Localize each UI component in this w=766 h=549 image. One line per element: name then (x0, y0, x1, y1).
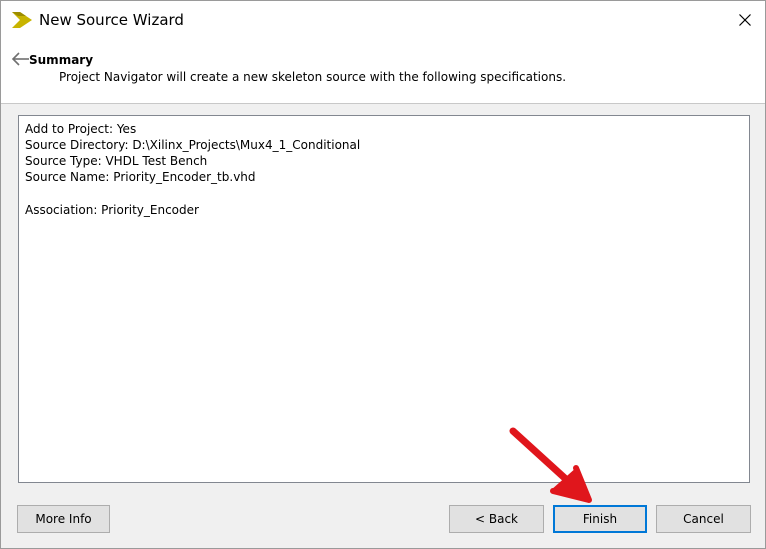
summary-line-type: Source Type: VHDL Test Bench (25, 154, 208, 168)
wizard-header: Summary Project Navigator will create a … (1, 39, 765, 104)
close-icon (739, 14, 751, 26)
title-bar: New Source Wizard (1, 1, 765, 39)
close-button[interactable] (725, 1, 765, 39)
cancel-button[interactable]: Cancel (656, 505, 751, 533)
summary-text-box[interactable]: Add to Project: Yes Source Directory: D:… (18, 115, 750, 483)
more-info-button[interactable]: More Info (17, 505, 110, 533)
summary-line-association: Association: Priority_Encoder (25, 203, 199, 217)
page-description: Project Navigator will create a new skel… (59, 70, 567, 84)
back-button[interactable]: < Back (449, 505, 544, 533)
xilinx-logo-icon (12, 12, 32, 28)
page-title: Summary (29, 53, 94, 67)
window-title: New Source Wizard (39, 11, 184, 29)
finish-button[interactable]: Finish (553, 505, 647, 533)
wizard-window: New Source Wizard Summary Project Naviga… (0, 0, 766, 549)
summary-line-name: Source Name: Priority_Encoder_tb.vhd (25, 170, 256, 184)
summary-line-project: Add to Project: Yes (25, 122, 137, 136)
back-arrow-icon (11, 52, 29, 66)
summary-line-directory: Source Directory: D:\Xilinx_Projects\Mux… (25, 138, 361, 152)
